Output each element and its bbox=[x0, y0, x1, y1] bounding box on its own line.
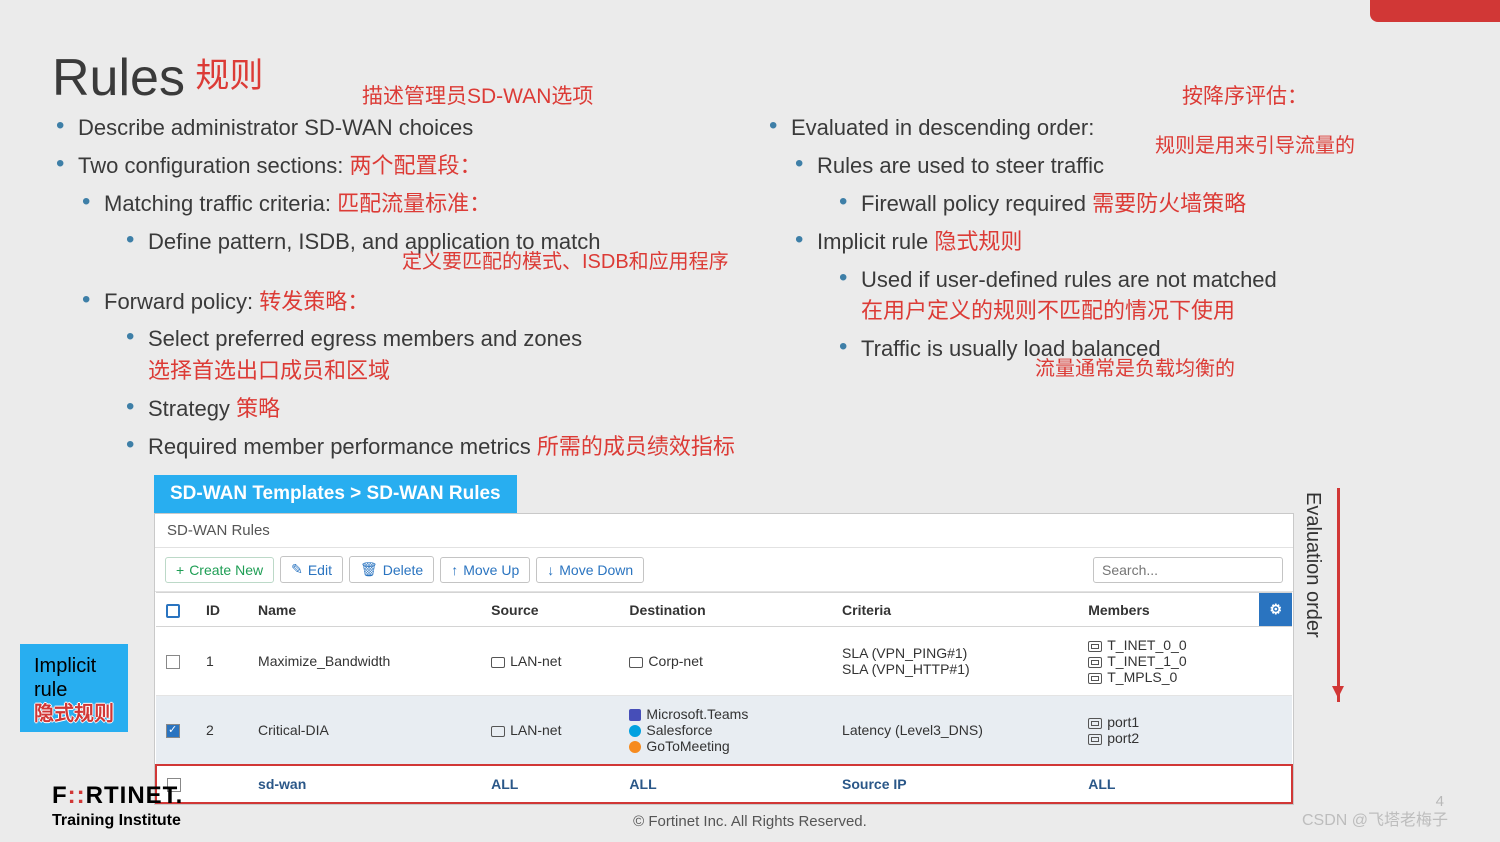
anno-loadbal: 流量通常是负载均衡的 bbox=[1035, 355, 1235, 384]
col-source[interactable]: Source bbox=[481, 593, 619, 627]
anno-describe: 描述管理员SD-WAN选项 bbox=[362, 82, 593, 112]
col-name[interactable]: Name bbox=[248, 593, 481, 627]
bullet-steer: Rules are used to steer traffic bbox=[791, 150, 1448, 182]
salesforce-icon bbox=[629, 725, 641, 737]
edit-button[interactable]: ✎Edit bbox=[280, 556, 343, 583]
create-new-button[interactable]: +Create New bbox=[165, 557, 274, 583]
address-icon bbox=[491, 726, 505, 737]
right-column: 按降序评估： Evaluated in descending order: 规则… bbox=[765, 112, 1448, 469]
col-criteria[interactable]: Criteria bbox=[832, 593, 1078, 627]
col-id[interactable]: ID bbox=[196, 593, 248, 627]
col-destination[interactable]: Destination bbox=[619, 593, 832, 627]
bullet-define: Define pattern, ISDB, and application to… bbox=[122, 226, 735, 258]
bullet-implicit: Implicit rule 隐式规则 bbox=[791, 226, 1448, 258]
address-icon bbox=[491, 657, 505, 668]
anno-define: 定义要匹配的模式、ISDB和应用程序 bbox=[402, 248, 729, 277]
bullet-forward: Forward policy: 转发策略： bbox=[78, 286, 735, 318]
watermark: CSDN @飞塔老梅子 bbox=[1302, 806, 1448, 830]
arrow-down-icon: ↓ bbox=[547, 562, 554, 578]
bullet-two-sections: Two configuration sections: 两个配置段： bbox=[52, 150, 735, 182]
evaluation-order-label: Evaluation order bbox=[1301, 492, 1324, 638]
gear-icon[interactable]: ⚙ bbox=[1269, 601, 1282, 617]
interface-icon bbox=[1088, 734, 1102, 745]
select-all-checkbox[interactable] bbox=[166, 604, 180, 618]
gotomeeting-icon bbox=[629, 741, 641, 753]
col-members[interactable]: Members bbox=[1078, 593, 1259, 627]
bullet-evaluated: Evaluated in descending order: 规则是用来引导流量… bbox=[765, 112, 1448, 144]
row-checkbox[interactable] bbox=[166, 724, 180, 738]
bullet-loadbal: Traffic is usually load balanced 流量通常是负载… bbox=[835, 333, 1448, 365]
bullet-usedif: Used if user-defined rules are not match… bbox=[835, 264, 1448, 328]
edit-icon: ✎ bbox=[291, 561, 303, 578]
teams-icon bbox=[629, 709, 641, 721]
row-checkbox[interactable] bbox=[166, 655, 180, 669]
title-en: Rules bbox=[52, 48, 185, 108]
bullet-select: Select preferred egress members and zone… bbox=[122, 323, 735, 387]
breadcrumb: SD-WAN Templates > SD-WAN Rules bbox=[154, 475, 517, 513]
anno-evaluated: 按降序评估： bbox=[1182, 82, 1308, 112]
interface-icon bbox=[1088, 673, 1102, 684]
table-row[interactable]: 1 Maximize_Bandwidth LAN-net Corp-net SL… bbox=[156, 627, 1292, 696]
footer: F::RTINET. Training Institute © Fortinet… bbox=[0, 782, 1500, 830]
interface-icon bbox=[1088, 718, 1102, 729]
implicit-rule-callout: Implicit rule 隐式规则 bbox=[20, 644, 128, 732]
bullet-matching: Matching traffic criteria: 匹配流量标准： bbox=[78, 188, 735, 220]
toolbar: +Create New ✎Edit 🗑Delete ↑Move Up ↓Move… bbox=[155, 547, 1293, 592]
rules-table: ID Name Source Destination Criteria Memb… bbox=[155, 592, 1293, 804]
address-icon bbox=[629, 657, 643, 668]
interface-icon bbox=[1088, 657, 1102, 668]
slide-content: Rules 规则 描述管理员SD-WAN选项 Describe administ… bbox=[0, 0, 1500, 805]
move-up-button[interactable]: ↑Move Up bbox=[440, 557, 530, 583]
interface-icon bbox=[1088, 641, 1102, 652]
bullet-strategy: Strategy 策略 bbox=[122, 393, 735, 425]
move-down-button[interactable]: ↓Move Down bbox=[536, 557, 644, 583]
bullet-firewall: Firewall policy required 需要防火墙策略 bbox=[835, 188, 1448, 220]
evaluation-order-arrow bbox=[1337, 488, 1340, 702]
arrow-up-icon: ↑ bbox=[451, 562, 458, 578]
trash-icon: 🗑 bbox=[360, 561, 378, 578]
page-number: 4 bbox=[1436, 793, 1444, 810]
copyright: © Fortinet Inc. All Rights Reserved. bbox=[633, 813, 867, 830]
bullet-metrics: Required member performance metrics 所需的成… bbox=[122, 431, 735, 463]
table-row[interactable]: 2 Critical-DIA LAN-net Microsoft.Teams S… bbox=[156, 696, 1292, 766]
bullet-describe: Describe administrator SD-WAN choices bbox=[52, 112, 735, 144]
slide-accent-corner bbox=[1370, 0, 1500, 22]
panel-title: SD-WAN Rules bbox=[155, 514, 1293, 547]
search-input[interactable] bbox=[1093, 557, 1283, 583]
delete-button[interactable]: 🗑Delete bbox=[349, 556, 434, 583]
fortinet-logo: F::RTINET. bbox=[52, 782, 183, 810]
training-institute: Training Institute bbox=[52, 812, 183, 830]
title-cn: 规则 bbox=[195, 57, 263, 95]
plus-icon: + bbox=[176, 562, 184, 578]
sdwan-rules-panel: SD-WAN Rules +Create New ✎Edit 🗑Delete ↑… bbox=[154, 513, 1294, 805]
left-column: 描述管理员SD-WAN选项 Describe administrator SD-… bbox=[52, 112, 735, 469]
